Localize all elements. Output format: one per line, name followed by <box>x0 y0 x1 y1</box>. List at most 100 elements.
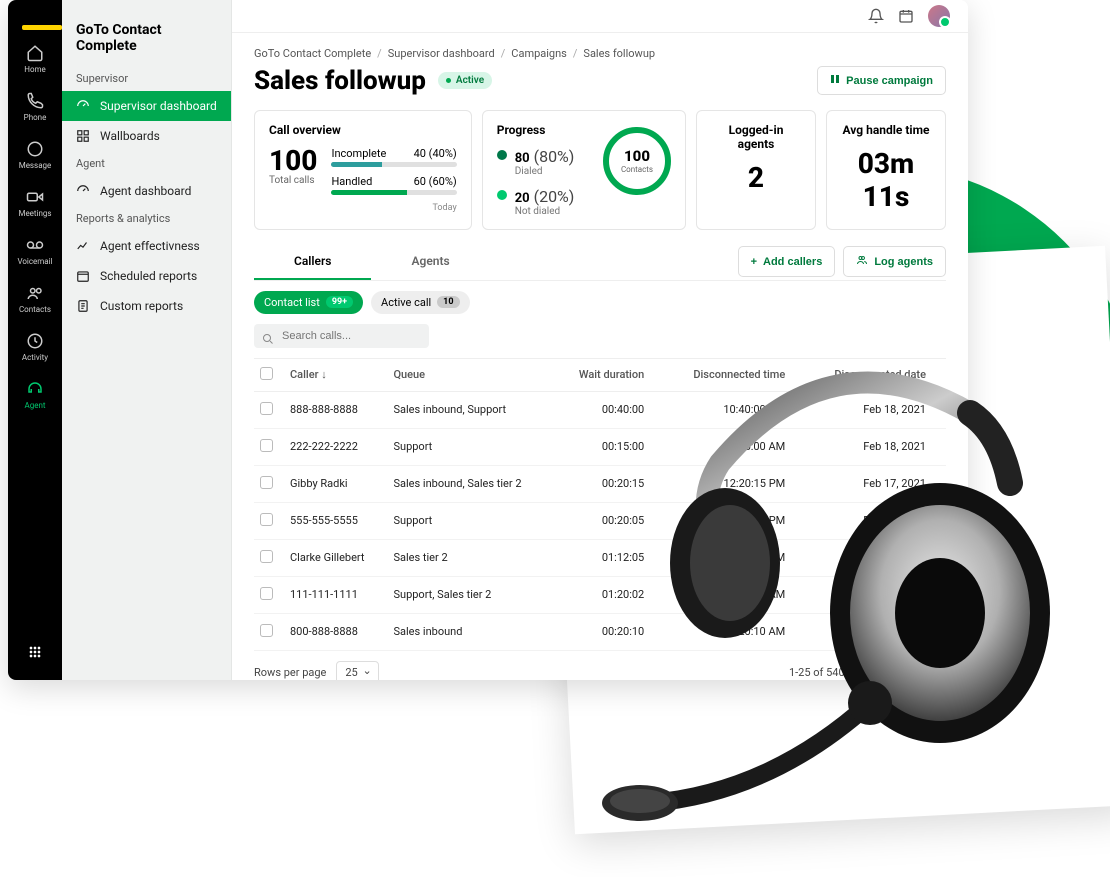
cell-queue: Support <box>387 502 554 539</box>
pause-icon <box>830 74 840 87</box>
pill-active-call[interactable]: Active call10 <box>371 291 469 314</box>
cell-caller: 800-888-8888 <box>284 613 387 650</box>
nav-rail: Home Phone Message Meetings Voicemail Contact… <box>8 0 62 680</box>
sidebar-group-label: Agent <box>62 151 231 176</box>
breadcrumb-item[interactable]: GoTo Contact Complete <box>254 47 371 60</box>
rail-item-activity[interactable]: Activity <box>22 332 48 362</box>
rail-item-voicemail[interactable]: Voicemail <box>17 236 52 266</box>
bell-icon[interactable] <box>868 8 884 24</box>
pause-campaign-button[interactable]: Pause campaign <box>817 66 946 95</box>
avatar[interactable] <box>928 5 950 27</box>
incomplete-label: Incomplete <box>331 147 386 160</box>
checkbox[interactable] <box>260 550 273 563</box>
cell-caller: 555-555-5555 <box>284 502 387 539</box>
calendar-icon[interactable] <box>898 8 914 24</box>
sidebar-title: GoTo Contact Complete <box>62 0 231 66</box>
total-calls-label: Total calls <box>269 175 317 186</box>
contacts-icon <box>26 284 44 302</box>
breadcrumb-item[interactable]: Supervisor dashboard <box>388 47 495 60</box>
apps-icon <box>27 644 43 660</box>
pill-contact-list[interactable]: Contact list99+ <box>254 291 363 314</box>
progress-ring: 100 Contacts <box>603 127 671 195</box>
not-dialed-value: 20 <box>515 191 530 206</box>
card-title: Call overview <box>269 123 457 137</box>
search-icon <box>262 330 274 349</box>
sidebar-item-label: Agent dashboard <box>100 184 191 198</box>
tab-agents[interactable]: Agents <box>371 244 489 280</box>
sidebar-item-label: Wallboards <box>100 129 160 143</box>
status-badge: Active <box>438 72 492 89</box>
cell-caller: 888-888-8888 <box>284 391 387 428</box>
sidebar-item-label: Agent effectivness <box>100 239 200 253</box>
rail-item-agent[interactable]: Agent <box>25 380 46 410</box>
breadcrumb: GoTo Contact Complete/Supervisor dashboa… <box>254 47 946 60</box>
breadcrumb-item[interactable]: Campaigns <box>511 47 567 60</box>
cell-queue: Sales inbound, Support <box>387 391 554 428</box>
gauge-icon <box>76 184 90 198</box>
card-logged-agents: Logged-in agents 2 <box>696 110 816 230</box>
home-icon <box>26 44 44 62</box>
chart-icon <box>76 239 90 253</box>
col-caller[interactable]: Caller ↓ <box>284 358 387 391</box>
gauge-icon <box>76 99 90 113</box>
rail-item-meetings[interactable]: Meetings <box>18 188 51 218</box>
users-icon <box>856 254 868 269</box>
agent-icon <box>26 380 44 398</box>
card-title: Logged-in agents <box>711 123 801 151</box>
sidebar-item-wallboards[interactable]: Wallboards <box>62 121 231 151</box>
cell-caller: Gibby Radki <box>284 465 387 502</box>
checkbox[interactable] <box>260 439 273 452</box>
checkbox[interactable] <box>260 476 273 489</box>
page-title: Sales followup <box>254 66 426 96</box>
today-label: Today <box>331 203 456 213</box>
search-input[interactable] <box>254 324 429 348</box>
grid-icon <box>76 129 90 143</box>
add-callers-button[interactable]: +Add callers <box>738 246 836 277</box>
log-agents-button[interactable]: Log agents <box>843 246 946 277</box>
voicemail-icon <box>26 236 44 254</box>
sidebar-group-label: Supervisor <box>62 66 231 91</box>
video-icon <box>26 188 44 206</box>
breadcrumb-item: Sales followup <box>583 47 655 60</box>
dialed-value: 80 <box>515 151 530 166</box>
apps-button[interactable] <box>27 644 43 660</box>
cell-caller: 111-111-1111 <box>284 576 387 613</box>
rows-per-page-label: Rows per page <box>254 666 326 679</box>
checkbox[interactable] <box>260 513 273 526</box>
cell-queue: Support, Sales tier 2 <box>387 576 554 613</box>
rows-per-page-select[interactable]: 25 <box>336 661 378 680</box>
cell-caller: 222-222-2222 <box>284 428 387 465</box>
rail-item-phone[interactable]: Phone <box>24 92 47 122</box>
col-queue[interactable]: Queue <box>387 358 554 391</box>
rail-item-message[interactable]: Message <box>19 140 52 170</box>
sidebar-item-agent-effectivness[interactable]: Agent effectivness <box>62 231 231 261</box>
aht-value: 03m 11s <box>841 147 931 213</box>
cell-queue: Sales inbound <box>387 613 554 650</box>
sidebar-item-label: Custom reports <box>100 299 183 313</box>
handled-value: 60 (60%) <box>414 175 457 188</box>
sidebar-item-label: Scheduled reports <box>100 269 197 283</box>
incomplete-value: 40 (40%) <box>414 147 457 160</box>
checkbox[interactable] <box>260 587 273 600</box>
rail-item-home[interactable]: Home <box>24 44 46 74</box>
sidebar-item-custom-reports[interactable]: Custom reports <box>62 291 231 321</box>
checkbox-all[interactable] <box>260 367 273 380</box>
sort-icon: ↓ <box>321 368 327 381</box>
activity-icon <box>26 332 44 350</box>
checkbox[interactable] <box>260 402 273 415</box>
card-title: Progress <box>497 123 587 137</box>
cell-caller: Clarke Gillebert <box>284 539 387 576</box>
cell-queue: Sales tier 2 <box>387 539 554 576</box>
goto-logo: GoTo <box>22 8 62 30</box>
rail-item-contacts[interactable]: Contacts <box>19 284 51 314</box>
sidebar-item-agent-dashboard[interactable]: Agent dashboard <box>62 176 231 206</box>
plus-icon: + <box>751 256 757 268</box>
sidebar: GoTo Contact Complete Supervisor Supervis… <box>62 0 232 680</box>
total-calls-value: 100 <box>269 147 317 175</box>
agents-value: 2 <box>711 161 801 194</box>
tab-callers[interactable]: Callers <box>254 244 371 280</box>
sidebar-item-supervisor-dashboard[interactable]: Supervisor dashboard <box>62 91 231 121</box>
sidebar-item-scheduled-reports[interactable]: Scheduled reports <box>62 261 231 291</box>
sidebar-item-label: Supervisor dashboard <box>100 99 217 113</box>
checkbox[interactable] <box>260 624 273 637</box>
